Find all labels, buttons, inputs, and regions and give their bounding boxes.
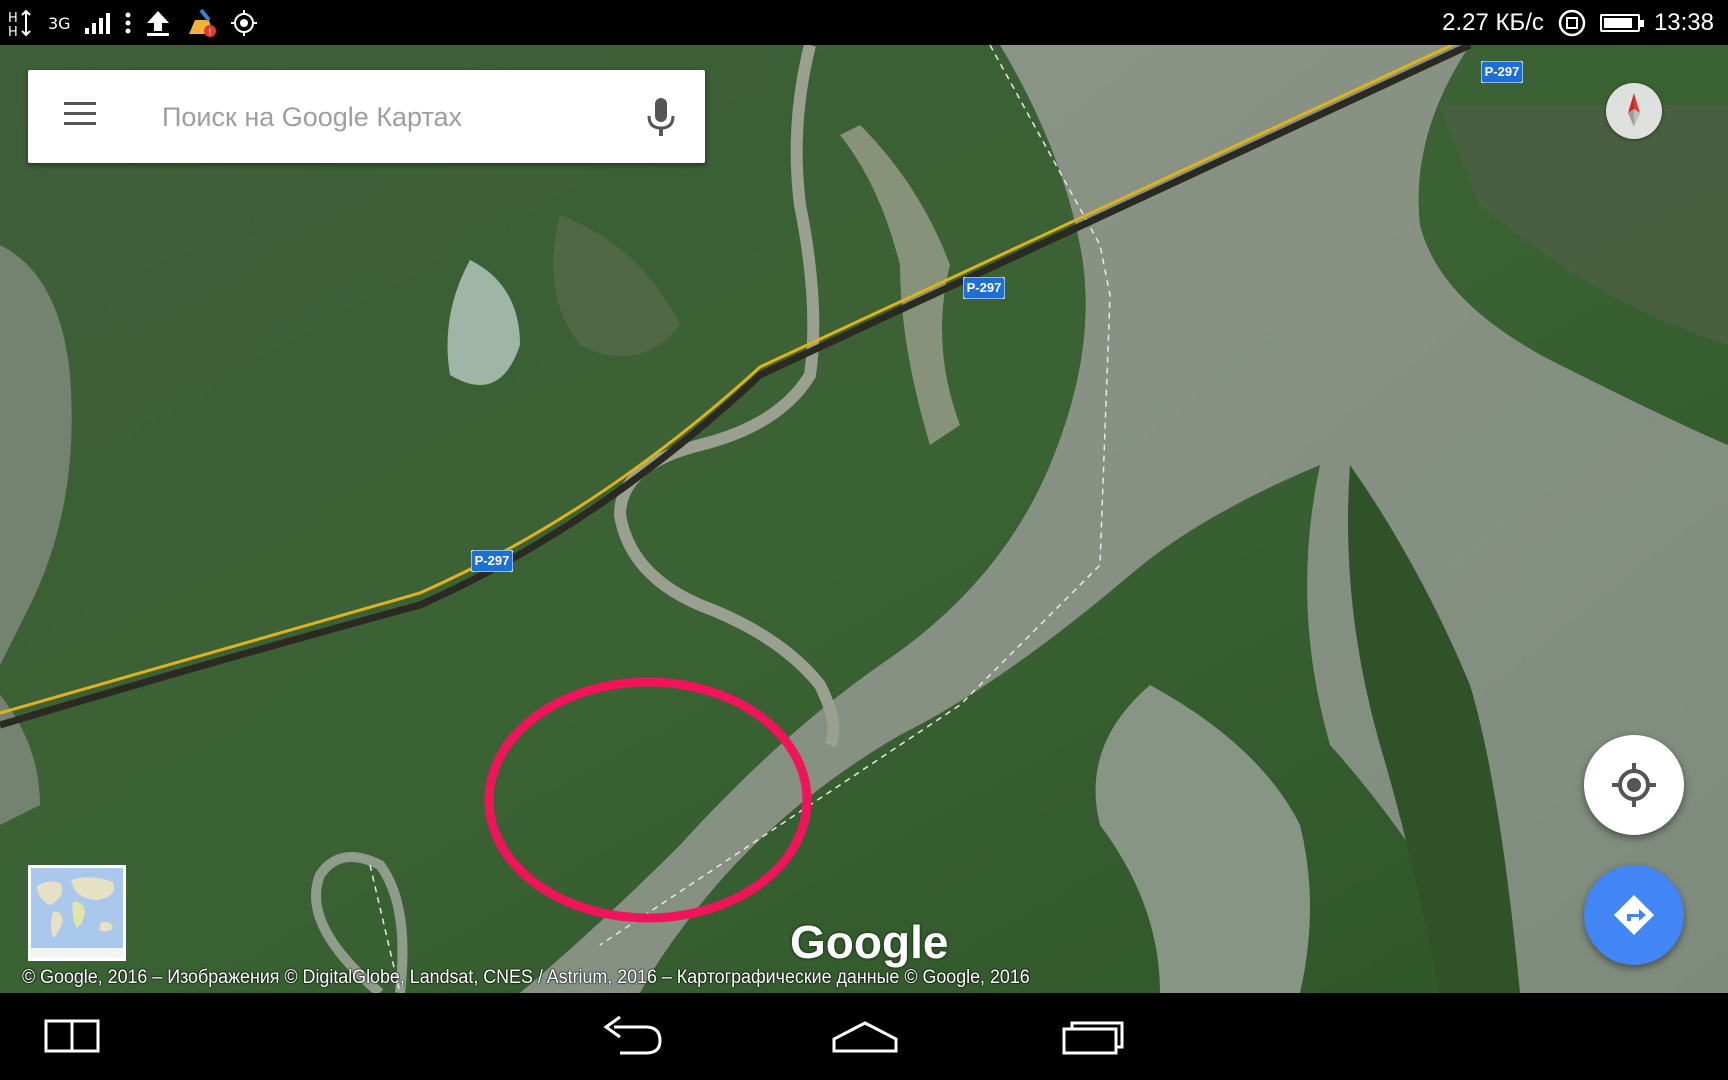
my-location-icon	[1612, 763, 1656, 807]
compass-button[interactable]	[1606, 83, 1662, 139]
signal-strength-icon	[84, 13, 110, 34]
svg-text:!: !	[208, 28, 212, 38]
battery-icon	[1599, 14, 1644, 32]
search-bar[interactable]	[28, 70, 705, 165]
road-label-top: P-297	[1484, 64, 1520, 79]
svg-text:H: H	[8, 11, 18, 26]
back-icon[interactable]	[600, 1011, 666, 1061]
status-bar: H H 3G ! 2.27 КБ/с 13:38	[0, 0, 1728, 45]
data-arrows-icon: H H	[8, 9, 31, 37]
menu-icon[interactable]	[64, 102, 96, 126]
google-logo: Google	[790, 916, 949, 968]
status-icons-right: 2.27 КБ/с 13:38	[1442, 8, 1714, 38]
satellite-imagery[interactable]	[0, 45, 1728, 993]
map-attribution: © Google, 2016 – Изображения © DigitalGl…	[22, 967, 1030, 988]
compass-icon	[1628, 93, 1640, 127]
svg-text:H: H	[8, 25, 18, 37]
world-map-icon	[31, 868, 123, 958]
map-view[interactable]: P-297 P-297 P-297 Поиск на Google Картах…	[0, 45, 1728, 993]
map-layers-button[interactable]	[28, 865, 126, 961]
mic-icon[interactable]	[645, 96, 677, 138]
home-icon[interactable]	[830, 1011, 900, 1061]
data-saver-icon	[1558, 9, 1586, 37]
network-type-label: 3G	[48, 13, 71, 33]
recents-icon[interactable]	[1060, 1011, 1130, 1061]
more-dots-icon	[125, 12, 131, 34]
directions-icon	[1614, 895, 1654, 935]
navigation-bar	[0, 993, 1728, 1080]
network-speed: 2.27 КБ/с	[1442, 9, 1544, 36]
upload-icon	[146, 11, 169, 36]
cleaner-icon: !	[188, 8, 216, 38]
road-label-bottom: P-297	[474, 553, 510, 568]
clock: 13:38	[1653, 9, 1714, 36]
directions-button[interactable]	[1584, 865, 1684, 965]
road-label-middle: P-297	[966, 280, 1002, 295]
status-icons-left: H H 3G !	[8, 8, 257, 38]
search-input[interactable]	[160, 70, 584, 165]
gps-icon	[230, 10, 257, 36]
split-screen-icon[interactable]	[44, 1011, 100, 1061]
my-location-button[interactable]	[1584, 735, 1684, 835]
